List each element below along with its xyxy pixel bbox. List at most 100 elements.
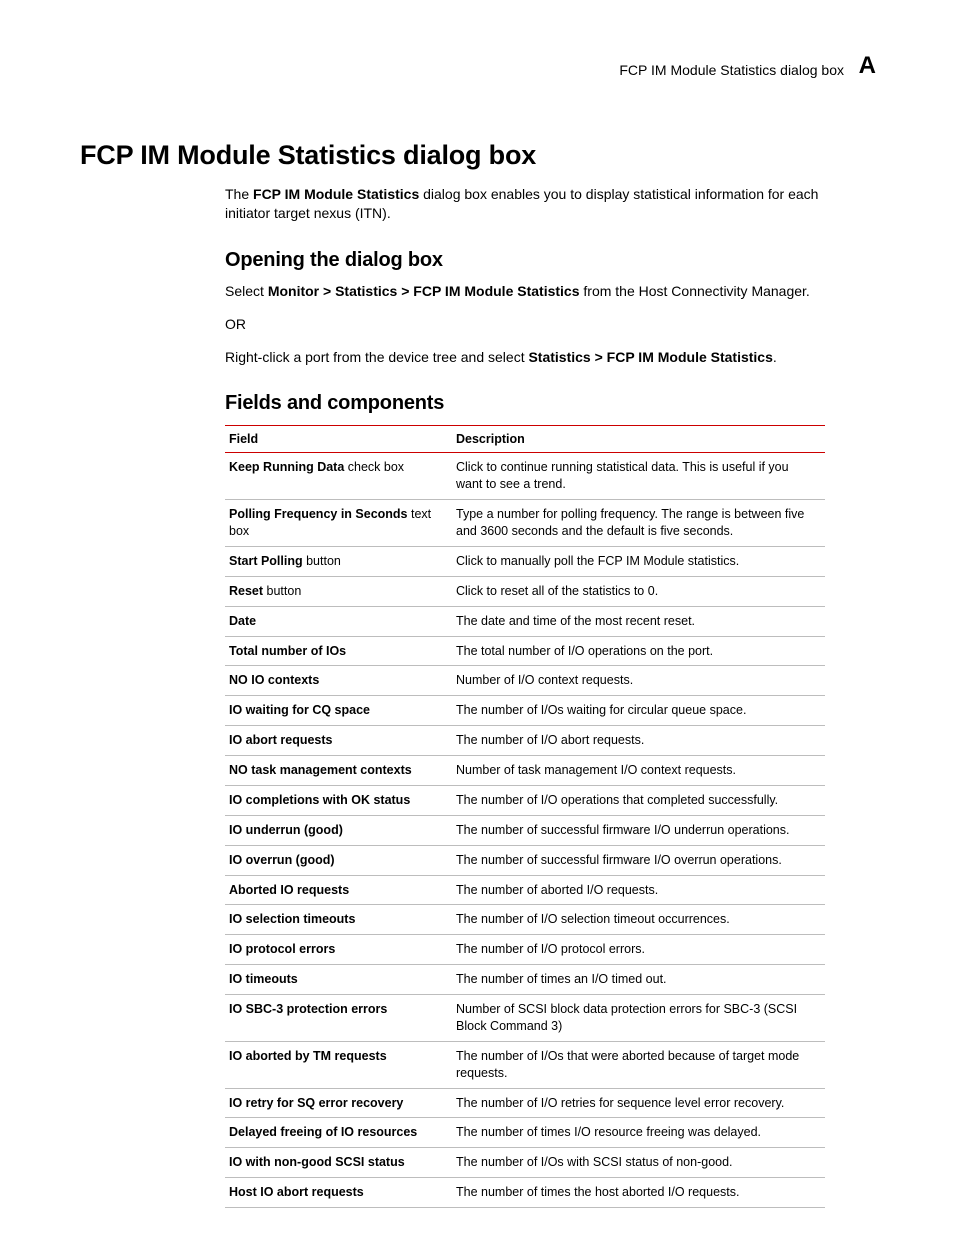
opening-heading: Opening the dialog box [225,249,844,272]
table-row: IO underrun (good) The number of successf… [225,815,825,845]
field-name-bold: NO task management contexts [229,763,412,777]
field-desc-cell: Click to reset all of the statistics to … [452,576,825,606]
field-name-bold: IO waiting for CQ space [229,703,370,717]
opening-p2-pre: Right-click a port from the device tree … [225,349,528,365]
intro-bold: FCP IM Module Statistics [253,186,419,202]
opening-p2: Right-click a port from the device tree … [225,348,844,367]
fields-col2-header: Description [452,426,825,453]
opening-block: Select Monitor > Statistics > FCP IM Mod… [225,282,844,367]
field-name-rest: check box [344,460,404,474]
field-name-bold: IO aborted by TM requests [229,1049,387,1063]
table-row: IO overrun (good)The number of successfu… [225,845,825,875]
field-name-bold: NO IO contexts [229,673,319,687]
table-row: IO completions with OK statusThe number … [225,785,825,815]
field-name-bold: IO underrun (good) [229,823,343,837]
field-desc-cell: The number of times the host aborted I/O… [452,1178,825,1208]
field-desc-cell: Number of SCSI block data protection err… [452,995,825,1042]
field-name-bold: IO retry for SQ error recovery [229,1096,403,1110]
field-desc-cell: The number of I/O abort requests. [452,726,825,756]
field-name-cell: IO aborted by TM requests [225,1041,452,1088]
opening-p2-bold: Statistics > FCP IM Module Statistics [528,349,772,365]
table-row: Aborted IO requestsThe number of aborted… [225,875,825,905]
fields-heading: Fields and components [225,392,844,415]
field-desc-cell: The number of times an I/O timed out. [452,965,825,995]
field-name-cell: IO selection timeouts [225,905,452,935]
field-name-bold: Keep Running Data [229,460,344,474]
field-name-bold: Total number of IOs [229,644,346,658]
field-desc-cell: Type a number for polling frequency. The… [452,500,825,547]
fields-table: Field Description Keep Running Data chec… [225,425,825,1208]
intro-block: The FCP IM Module Statistics dialog box … [225,185,844,223]
field-name-rest: button [263,584,301,598]
table-row: NO IO contexts Number of I/O context requ… [225,666,825,696]
table-row: Delayed freeing of IO resources The numbe… [225,1118,825,1148]
field-name-cell: Polling Frequency in Seconds text box [225,500,452,547]
page: FCP IM Module Statistics dialog box A FC… [0,0,954,1235]
field-name-cell: IO with non-good SCSI status [225,1148,452,1178]
table-row: IO with non-good SCSI statusThe number o… [225,1148,825,1178]
table-row: NO task management contexts Number of tas… [225,756,825,786]
field-name-bold: Host IO abort requests [229,1185,364,1199]
field-name-bold: Reset [229,584,263,598]
field-name-bold: IO protocol errors [229,942,335,956]
running-header: FCP IM Module Statistics dialog box [619,62,844,78]
opening-p2-post: . [773,349,777,365]
opening-p1: Select Monitor > Statistics > FCP IM Mod… [225,282,844,301]
field-name-cell: NO IO contexts [225,666,452,696]
field-desc-cell: Click to manually poll the FCP IM Module… [452,546,825,576]
field-name-cell: IO underrun (good) [225,815,452,845]
table-row: Date The date and time of the most recent… [225,606,825,636]
field-name-bold: Date [229,614,256,628]
field-name-cell: Reset button [225,576,452,606]
field-desc-cell: The number of I/Os waiting for circular … [452,696,825,726]
field-desc-cell: Number of I/O context requests. [452,666,825,696]
field-name-cell: Total number of IOs [225,636,452,666]
table-row: Reset buttonClick to reset all of the st… [225,576,825,606]
field-desc-cell: The number of successful firmware I/O un… [452,815,825,845]
opening-or: OR [225,315,844,334]
field-name-cell: Start Polling button [225,546,452,576]
field-desc-cell: The date and time of the most recent res… [452,606,825,636]
field-name-rest: button [303,554,341,568]
field-desc-cell: The number of I/Os with SCSI status of n… [452,1148,825,1178]
table-row: IO retry for SQ error recovery The number… [225,1088,825,1118]
table-row: Start Polling buttonClick to manually po… [225,546,825,576]
appendix-letter: A [859,52,876,80]
field-desc-cell: Click to continue running statistical da… [452,453,825,500]
field-name-bold: IO abort requests [229,733,333,747]
field-name-cell: IO completions with OK status [225,785,452,815]
opening-p1-post: from the Host Connectivity Manager. [580,283,810,299]
field-name-cell: Date [225,606,452,636]
field-name-cell: IO timeouts [225,965,452,995]
field-desc-cell: The total number of I/O operations on th… [452,636,825,666]
table-row: Polling Frequency in Seconds text boxTyp… [225,500,825,547]
field-desc-cell: Number of task management I/O context re… [452,756,825,786]
table-row: IO timeouts The number of times an I/O ti… [225,965,825,995]
opening-p1-pre: Select [225,283,268,299]
field-name-bold: IO timeouts [229,972,298,986]
field-name-cell: Host IO abort requests [225,1178,452,1208]
field-desc-cell: The number of I/O selection timeout occu… [452,905,825,935]
field-desc-cell: The number of times I/O resource freeing… [452,1118,825,1148]
field-desc-cell: The number of successful firmware I/O ov… [452,845,825,875]
opening-p1-bold: Monitor > Statistics > FCP IM Module Sta… [268,283,580,299]
field-name-cell: IO abort requests [225,726,452,756]
field-name-cell: IO protocol errors [225,935,452,965]
field-name-bold: IO selection timeouts [229,912,355,926]
field-desc-cell: The number of I/O retries for sequence l… [452,1088,825,1118]
field-name-bold: IO SBC-3 protection errors [229,1002,387,1016]
field-name-cell: Aborted IO requests [225,875,452,905]
field-name-cell: IO waiting for CQ space [225,696,452,726]
table-row: IO protocol errors The number of I/O prot… [225,935,825,965]
field-name-bold: Delayed freeing of IO resources [229,1125,417,1139]
page-title: FCP IM Module Statistics dialog box [80,140,844,171]
field-desc-cell: The number of I/O operations that comple… [452,785,825,815]
field-name-cell: Keep Running Data check box [225,453,452,500]
field-desc-cell: The number of I/Os that were aborted bec… [452,1041,825,1088]
fields-header-row: Field Description [225,426,825,453]
table-row: Keep Running Data check boxClick to cont… [225,453,825,500]
field-name-cell: Delayed freeing of IO resources [225,1118,452,1148]
field-desc-cell: The number of I/O protocol errors. [452,935,825,965]
fields-col1-header: Field [225,426,452,453]
field-name-cell: IO retry for SQ error recovery [225,1088,452,1118]
